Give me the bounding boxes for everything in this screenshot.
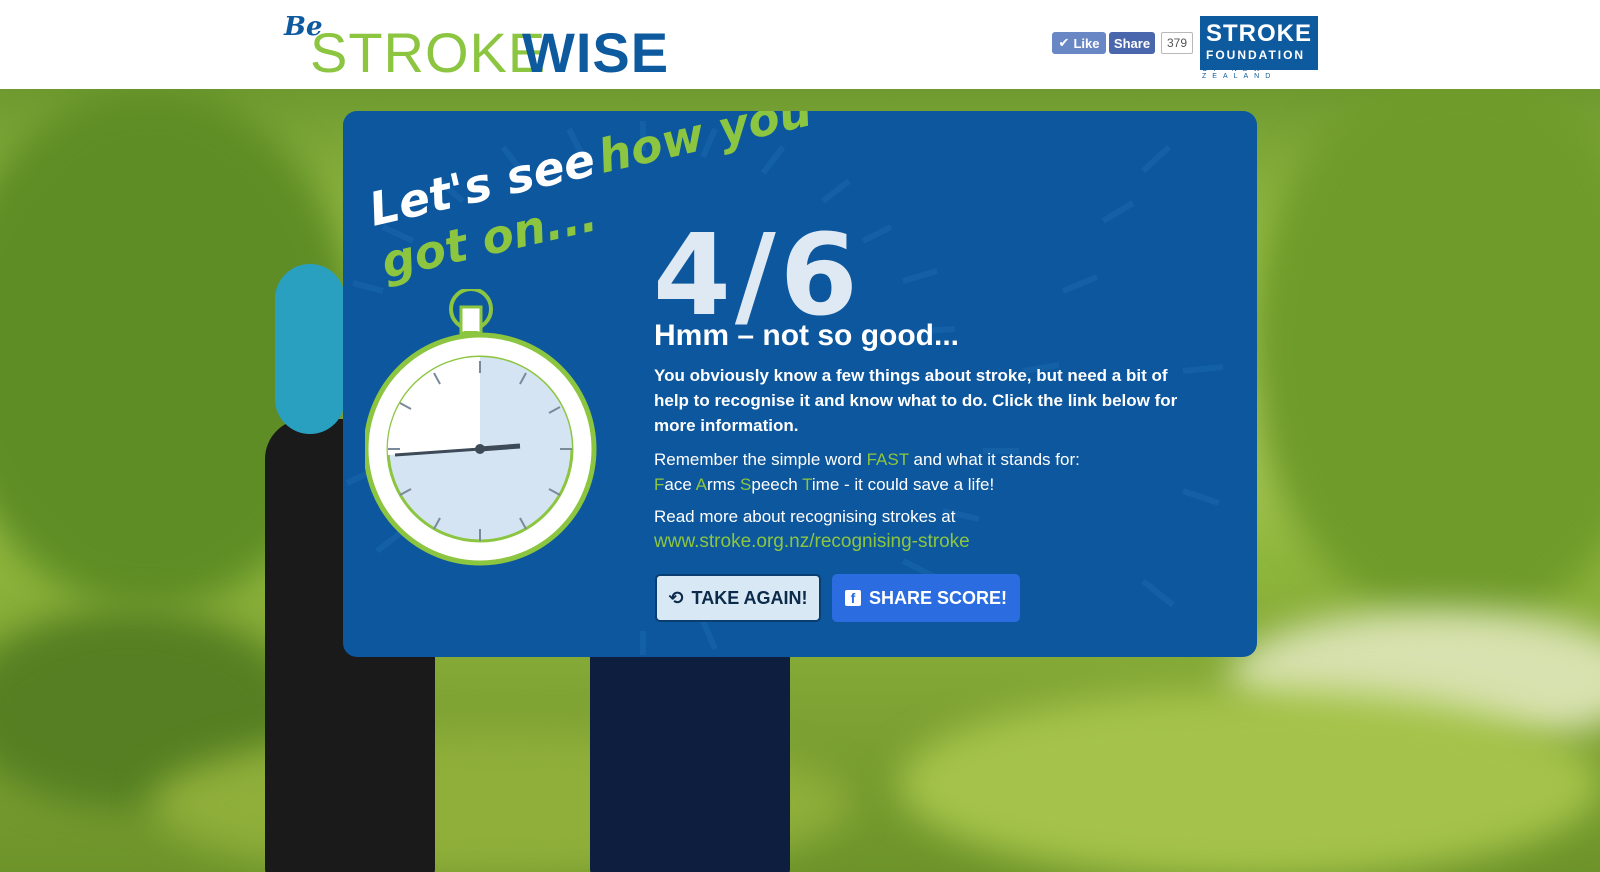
fast-letter-a: A bbox=[695, 475, 707, 494]
stopwatch-icon bbox=[365, 289, 597, 566]
fast-letter-t: T bbox=[802, 475, 812, 494]
recognising-stroke-link[interactable]: www.stroke.org.nz/recognising-stroke bbox=[654, 531, 970, 552]
facebook-share-button[interactable]: Share bbox=[1109, 32, 1155, 54]
share-score-button[interactable]: f SHARE SCORE! bbox=[832, 574, 1020, 622]
score-verdict: Hmm – not so good... bbox=[654, 319, 959, 352]
stroke-foundation-logo-line3: OF NEW ZEALAND bbox=[1202, 66, 1277, 80]
stroke-foundation-logo[interactable]: STROKE FOUNDATION OF NEW ZEALAND bbox=[1200, 16, 1318, 80]
fast-letter-s: S bbox=[740, 475, 752, 494]
fast-speech: peech bbox=[751, 475, 798, 494]
facebook-like-button[interactable]: ✔ Like bbox=[1052, 32, 1106, 54]
fast-intro: Remember the simple word bbox=[654, 450, 862, 469]
refresh-icon: ⟲ bbox=[668, 587, 684, 608]
result-description: You obviously know a few things about st… bbox=[654, 366, 1178, 435]
fast-info: Remember the simple word FAST and what i… bbox=[654, 447, 1184, 497]
thumbs-up-icon: ✔ bbox=[1058, 35, 1070, 50]
fast-letter-f: F bbox=[654, 475, 665, 494]
fast-face: ace bbox=[664, 475, 692, 494]
logo-wise-text: WISE bbox=[522, 21, 670, 84]
read-more-text: Read more about recognising strokes at bbox=[654, 507, 956, 526]
fast-intro-end: and what it stands for: bbox=[913, 450, 1080, 469]
fast-arms: rms bbox=[706, 475, 736, 494]
site-header: Be STROKE WISE ✔ Like Share 379 STROKE F… bbox=[0, 0, 1600, 90]
result-card: Let's see how you got on... 4/6 Hmm – no… bbox=[343, 111, 1257, 657]
stroke-foundation-logo-box: STROKE FOUNDATION bbox=[1200, 16, 1318, 70]
logo-stroke-text: STROKE bbox=[310, 21, 547, 84]
take-again-button[interactable]: ⟲ TAKE AGAIN! bbox=[655, 574, 821, 622]
facebook-share-label: Share bbox=[1113, 35, 1151, 51]
stroke-foundation-logo-line1: STROKE bbox=[1206, 20, 1313, 47]
fast-word: FAST bbox=[866, 450, 909, 469]
facebook-like-count: 379 bbox=[1161, 32, 1193, 54]
facebook-like-label: Like bbox=[1073, 35, 1100, 51]
facebook-icon: f bbox=[844, 590, 861, 606]
bestrokewise-logo[interactable]: Be STROKE WISE bbox=[284, 12, 668, 84]
read-more: Read more about recognising strokes at w… bbox=[654, 504, 1184, 554]
take-again-label: TAKE AGAIN! bbox=[691, 587, 808, 608]
fast-time: ime - it could save a life! bbox=[811, 475, 995, 494]
stroke-foundation-logo-line2: FOUNDATION bbox=[1206, 48, 1306, 62]
share-score-label: SHARE SCORE! bbox=[868, 587, 1007, 608]
